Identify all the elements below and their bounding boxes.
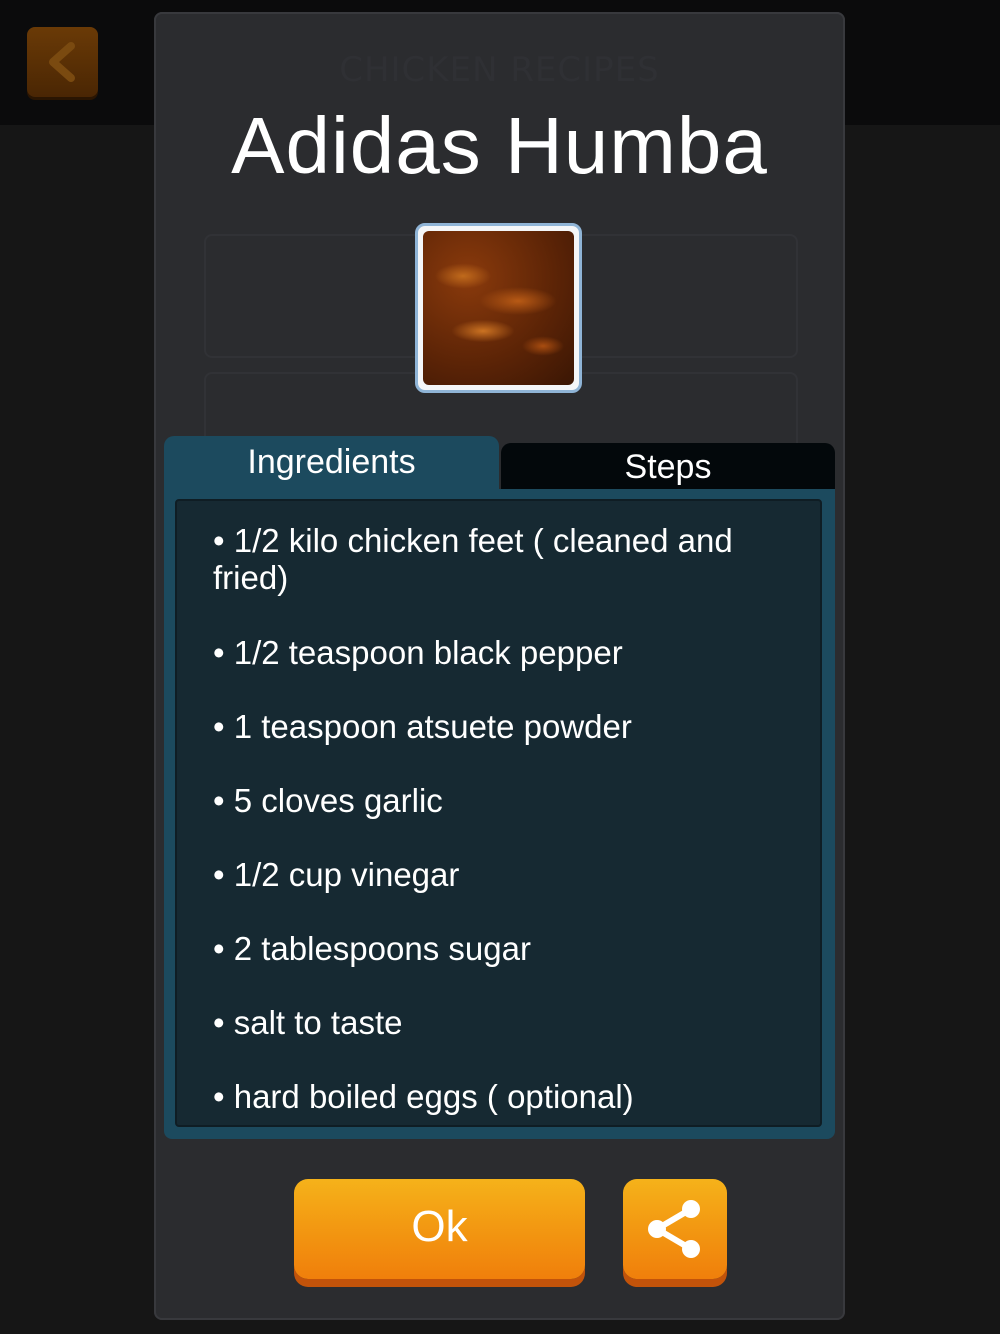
tab-ingredients[interactable]: Ingredients	[164, 436, 499, 496]
recipe-photo-frame	[415, 223, 582, 393]
ingredient-item: • 2 tablespoons sugar	[213, 930, 531, 967]
background-title: CHICKEN RECIPES	[339, 50, 660, 90]
chevron-left-icon	[49, 42, 75, 82]
ingredient-item: • 1 teaspoon atsuete powder	[213, 708, 632, 745]
recipe-dialog: CHICKEN RECIPES Adidas Humba Ingredients…	[154, 12, 845, 1320]
ingredient-item: • salt to taste	[213, 1004, 403, 1041]
ingredient-item: • 1/2 teaspoon black pepper	[213, 634, 623, 671]
back-button	[27, 27, 98, 97]
ingredient-item: • 1/2 cup vinegar	[213, 856, 460, 893]
share-icon	[648, 1200, 700, 1258]
tab-steps[interactable]: Steps	[501, 443, 835, 495]
ingredient-item: • 1/2 kilo chicken feet ( cleaned and fr…	[213, 522, 733, 596]
ingredients-panel: • 1/2 kilo chicken feet ( cleaned and fr…	[164, 489, 835, 1139]
ingredient-item: • 5 cloves garlic	[213, 782, 443, 819]
recipe-photo	[423, 231, 574, 385]
ingredients-scroll-area[interactable]: • 1/2 kilo chicken feet ( cleaned and fr…	[175, 499, 822, 1127]
ingredient-item: • hard boiled eggs ( optional)	[213, 1078, 634, 1115]
share-button[interactable]	[623, 1179, 727, 1279]
ok-button[interactable]: Ok	[294, 1179, 585, 1279]
recipe-title: Adidas Humba	[231, 101, 768, 190]
